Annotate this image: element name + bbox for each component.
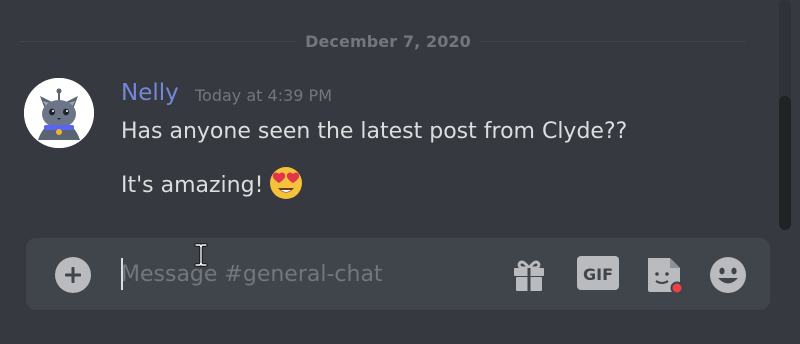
gift-button[interactable] — [510, 256, 548, 294]
message-timestamp[interactable]: Today at 4:39 PM — [195, 85, 332, 107]
text-cursor-icon — [194, 243, 208, 267]
message-input-wrapper — [121, 256, 501, 292]
gift-icon — [514, 260, 544, 291]
message-author[interactable]: Nelly — [121, 78, 179, 108]
gif-button[interactable]: GIF — [577, 256, 619, 290]
message-text: It's amazing! — [121, 173, 264, 198]
add-attachment-button[interactable] — [55, 257, 91, 293]
message-text-line-with-emoji: It's amazing! — [121, 163, 305, 201]
text-caret — [121, 258, 123, 290]
plus-icon — [65, 267, 81, 283]
sticker-notification-badge — [670, 281, 684, 295]
emoji-picker-button[interactable] — [708, 255, 748, 295]
gif-icon: GIF — [577, 256, 619, 290]
chat-window: December 7, 2020 Nelly Today at 4:39 PM … — [0, 0, 800, 344]
smile-icon — [710, 257, 746, 293]
sticker-icon — [648, 258, 684, 295]
message-text-line: Has anyone seen the latest post from Cly… — [121, 119, 628, 144]
cat-avatar-icon — [24, 78, 94, 148]
message-composer: GIF — [26, 238, 770, 310]
date-divider-label: December 7, 2020 — [296, 31, 480, 53]
message-input[interactable] — [121, 256, 501, 292]
svg-text:GIF: GIF — [583, 265, 613, 284]
heart-eyes-emoji-icon[interactable] — [267, 163, 305, 201]
scrollbar-thumb[interactable] — [779, 96, 791, 230]
sticker-button[interactable] — [644, 254, 688, 296]
avatar[interactable] — [24, 78, 94, 148]
